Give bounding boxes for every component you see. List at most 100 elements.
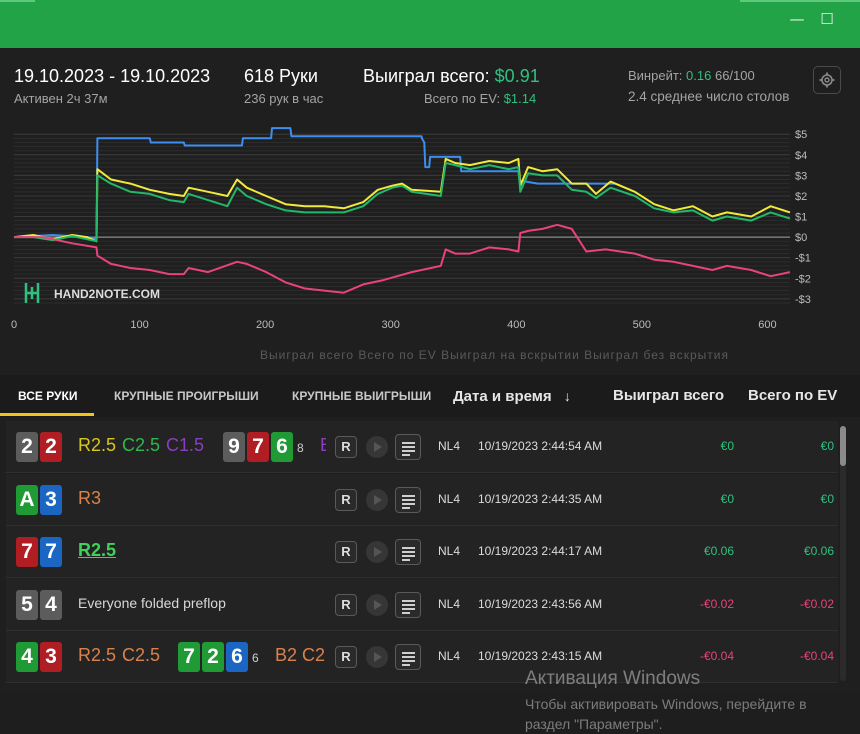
hand-row[interactable]: 5 4 Everyone folded preflop R NL4 10/19/2023 … (6, 578, 838, 631)
column-header-datetime[interactable]: Дата и время ↓ (453, 375, 571, 417)
playing-card: 7 (178, 642, 200, 672)
replay-r-button[interactable]: R (335, 646, 357, 668)
preflop-action: R3 (78, 487, 102, 508)
playing-card: 6 (226, 642, 248, 672)
playing-card: 7 (16, 537, 38, 567)
won-total: Выиграл всего: $0.91 (363, 66, 540, 87)
notes-icon[interactable] (395, 486, 421, 513)
replay-r-button[interactable]: R (335, 593, 357, 616)
play-icon[interactable] (366, 593, 388, 616)
hand-row[interactable]: 7 7 R2.5 R NL4 10/19/2023 2:44:17 AM €0.06 €0.0… (6, 526, 838, 578)
preflop-action: C2.5 (122, 645, 161, 665)
ev-amount: €0.06 (803, 544, 834, 558)
windows-activation-text: Чтобы активировать Windows, перейдите в … (525, 696, 807, 732)
settings-button[interactable] (813, 66, 841, 94)
scrollbar[interactable] (840, 426, 846, 681)
notes-icon[interactable] (395, 644, 421, 670)
playing-card: 3 (40, 642, 62, 672)
column-header-won-total[interactable]: Выиграл всего (613, 375, 724, 417)
active-tab-indicator (0, 413, 94, 416)
titlebar-accent-line (0, 0, 35, 2)
series-line-0 (13, 127, 616, 240)
column-header-datetime-label: Дата и время (453, 388, 552, 405)
replay-r-button[interactable]: R (335, 541, 357, 563)
chart-watermark: HAND2NOTE.COM (54, 287, 160, 301)
hand-summary: Everyone folded preflop (78, 594, 226, 611)
notes-icon[interactable] (395, 434, 421, 460)
play-icon[interactable] (366, 436, 388, 458)
hand-row[interactable]: 4 3 R2.5 C2.5 7 2 6 6 B2 C2 R NL4 10/19/2023 2:43:1… (6, 631, 838, 683)
sort-arrow-icon: ↓ (563, 388, 571, 404)
y-tick-label: $1 (795, 212, 807, 224)
hand-datetime: 10/19/2023 2:43:15 AM (478, 649, 603, 663)
x-tick-label: 100 (130, 319, 148, 331)
tab-big-losses[interactable]: КРУПНЫЕ ПРОИГРЫШИ (114, 375, 259, 417)
x-tick-label: 0 (11, 319, 17, 331)
tab-all-hands[interactable]: ВСЕ РУКИ (18, 375, 77, 417)
preflop-action: C2.5 (122, 435, 161, 455)
y-tick-label: $2 (795, 191, 807, 203)
won-amount: -€0.02 (699, 596, 734, 611)
playing-card: 7 (247, 432, 269, 462)
active-time: Активен 2ч 37м (14, 91, 108, 106)
x-tick-label: 600 (758, 319, 776, 331)
playing-card: 4 (40, 589, 62, 620)
notes-icon[interactable] (395, 591, 421, 618)
hand-datetime: 10/19/2023 2:44:54 AM (478, 439, 603, 453)
x-tick-label: 500 (633, 319, 651, 331)
hands-count: 618 Руки (244, 66, 318, 86)
ev-amount: -€0.04 (799, 649, 834, 663)
windows-activation-title: Активация Windows (525, 668, 701, 689)
ev-total: Всего по EV: $1.14 (424, 91, 536, 106)
playing-card: 9 (223, 432, 245, 462)
playing-card: 2 (40, 432, 62, 462)
tab-big-wins[interactable]: КРУПНЫЕ ВЫИГРЫШИ (292, 375, 431, 417)
won-amount: €0.06 (703, 544, 734, 558)
ev-total-value: $1.14 (503, 91, 537, 106)
won-total-value: $0.91 (494, 66, 540, 86)
playing-card: 2 (202, 642, 224, 672)
replay-r-button[interactable]: R (335, 436, 357, 458)
preflop-action: C1.5 (166, 435, 205, 455)
hands-per-hour: 236 рук в час (244, 91, 324, 106)
y-tick-label: $4 (795, 150, 807, 162)
flop-action: B2 C2 (275, 645, 326, 665)
turn-card: 8 (297, 441, 304, 455)
stake-label: NL4 (438, 544, 461, 558)
notes-icon[interactable] (395, 539, 421, 565)
playing-card: 2 (16, 432, 38, 462)
maximize-icon[interactable]: ☐ (816, 8, 838, 30)
preflop-action: R2.5 (78, 645, 117, 665)
play-icon[interactable] (366, 646, 388, 668)
playing-card: 4 (16, 642, 38, 672)
play-icon[interactable] (366, 488, 388, 511)
won-total-label: Выиграл всего: (363, 66, 490, 86)
scrollbar-thumb[interactable] (840, 426, 846, 466)
y-tick-label: -$2 (795, 273, 811, 285)
hand-row[interactable]: A 3 R3 R NL4 10/19/2023 2:44:35 AM €0 €0 (6, 473, 838, 526)
stake-label: NL4 (438, 491, 461, 506)
hand-datetime: 10/19/2023 2:44:17 AM (478, 544, 603, 558)
playing-card: 7 (40, 537, 62, 567)
series-line-2 (14, 162, 791, 243)
preflop-action[interactable]: R2.5 (78, 540, 116, 561)
avg-tables: 2.4 среднее число столов (628, 89, 790, 104)
winrate-label: Винрейт: (628, 68, 683, 83)
playing-card: A (16, 484, 38, 515)
play-icon[interactable] (366, 541, 388, 563)
hands-tabs: ВСЕ РУКИ КРУПНЫЕ ПРОИГРЫШИ КРУПНЫЕ ВЫИГР… (0, 375, 860, 417)
ev-amount: €0 (820, 439, 834, 453)
won-amount: -€0.04 (699, 649, 734, 663)
stake-label: NL4 (438, 439, 461, 453)
river-fragment: E (320, 435, 326, 456)
y-tick-label: $0 (795, 232, 807, 244)
hand-row[interactable]: 22 R2.5C2.5C1.5 9768 ER NL4 10/19/2023 2:44:5… (6, 421, 838, 473)
y-tick-label: $5 (795, 129, 807, 141)
date-range: 19.10.2023 - 19.10.2023 (14, 66, 211, 86)
winrate-hands: 66/100 (714, 68, 755, 83)
minimize-icon[interactable]: — (786, 8, 808, 30)
replay-r-button[interactable]: R (335, 488, 357, 511)
preflop-action: R2.5 (78, 435, 117, 455)
hands-list: 22R2.5C2.5C1.59768ERNL410/19/2023 2:44:5… (6, 421, 838, 694)
column-header-ev-total[interactable]: Всего по EV (748, 375, 837, 417)
